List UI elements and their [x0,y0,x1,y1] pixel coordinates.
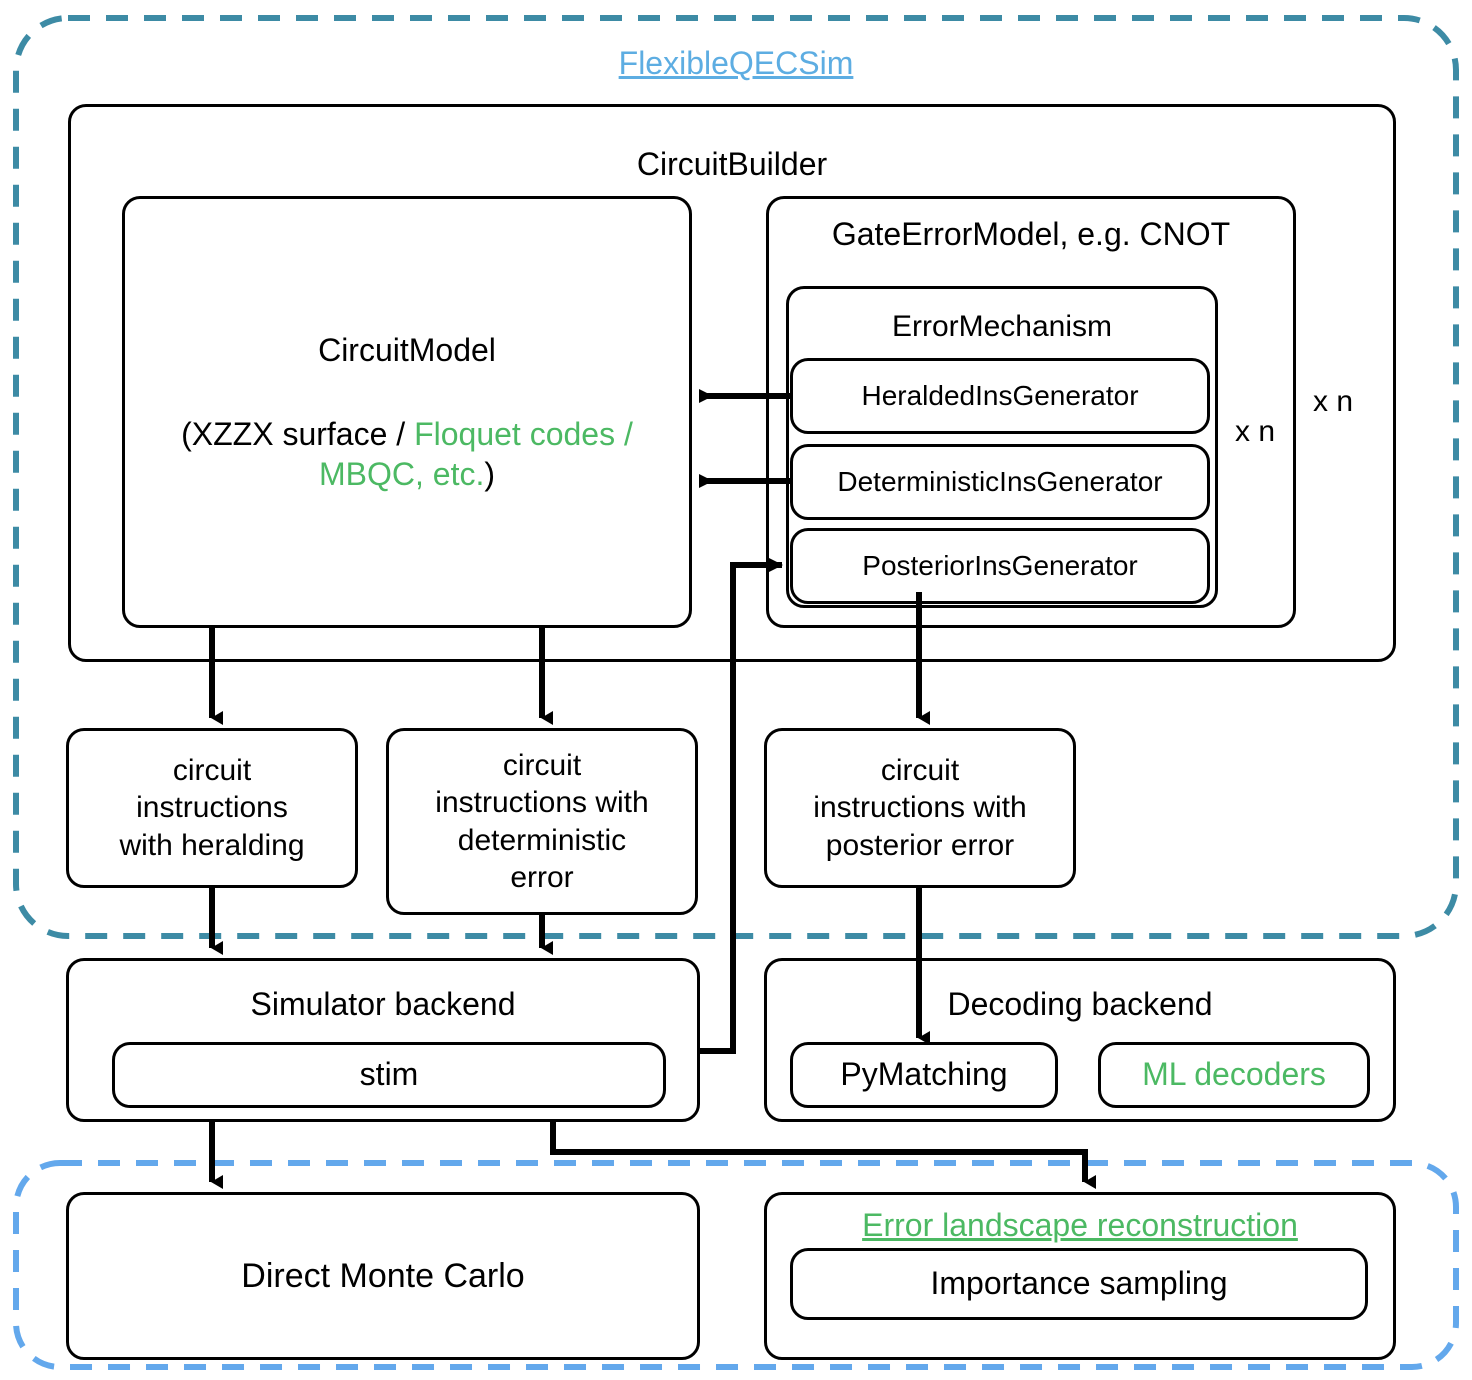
error-mechanism-title: ErrorMechanism [891,310,1113,344]
arrow-simulator-to-errorlandscape [550,1122,1096,1189]
circuit-model-subtitle-black-1: (XZZX surface / [181,416,415,453]
circuit-model-subtitle-black-2: ) [484,456,495,492]
simulator-backend-title: Simulator backend [250,986,516,1023]
error-landscape-title: Error landscape reconstruction [862,1207,1298,1244]
instruction-box-deterministic-label: circuit instructions with deterministic … [435,749,649,894]
error-landscape-item-importance-sampling-label: Importance sampling [930,1265,1228,1302]
circuit-builder-title: CircuitBuilder [636,146,828,183]
gate-error-model-multiplier: x n [1312,385,1354,419]
page-title-text: FlexibleQECSim [618,45,854,82]
decoding-backend-title: Decoding backend [947,986,1213,1023]
decoding-backend-item-ml-decoders-label: ML decoders [1142,1056,1326,1093]
circuit-model-title: CircuitModel [318,332,496,369]
error-landscape-title-wrap: Error landscape reconstruction [764,1206,1396,1246]
direct-monte-carlo-label: Direct Monte Carlo [241,1256,525,1295]
deterministic-ins-generator-label: DeterministicInsGenerator [837,465,1163,497]
instruction-box-heralding-label: circuit instructions with heralding [119,754,305,862]
gate-error-model-title: GateErrorModel, e.g. CNOT [831,216,1231,253]
error-mechanism-multiplier: x n [1234,415,1276,449]
heralded-ins-generator-label: HeraldedInsGenerator [861,379,1139,411]
circuit-model-subtitle: (XZZX surface / Floquet codes / MBQC, et… [132,410,682,500]
decoding-backend-item-pymatching-label: PyMatching [840,1056,1008,1093]
diagram-canvas: FlexibleQECSim CircuitBuilder CircuitMod… [0,0,1472,1380]
posterior-ins-generator-label: PosteriorInsGenerator [862,549,1138,581]
page-title: FlexibleQECSim [0,45,1472,82]
instruction-box-posterior-label: circuit instructions with posterior erro… [813,754,1027,862]
simulator-backend-item-stim-label: stim [359,1056,419,1093]
